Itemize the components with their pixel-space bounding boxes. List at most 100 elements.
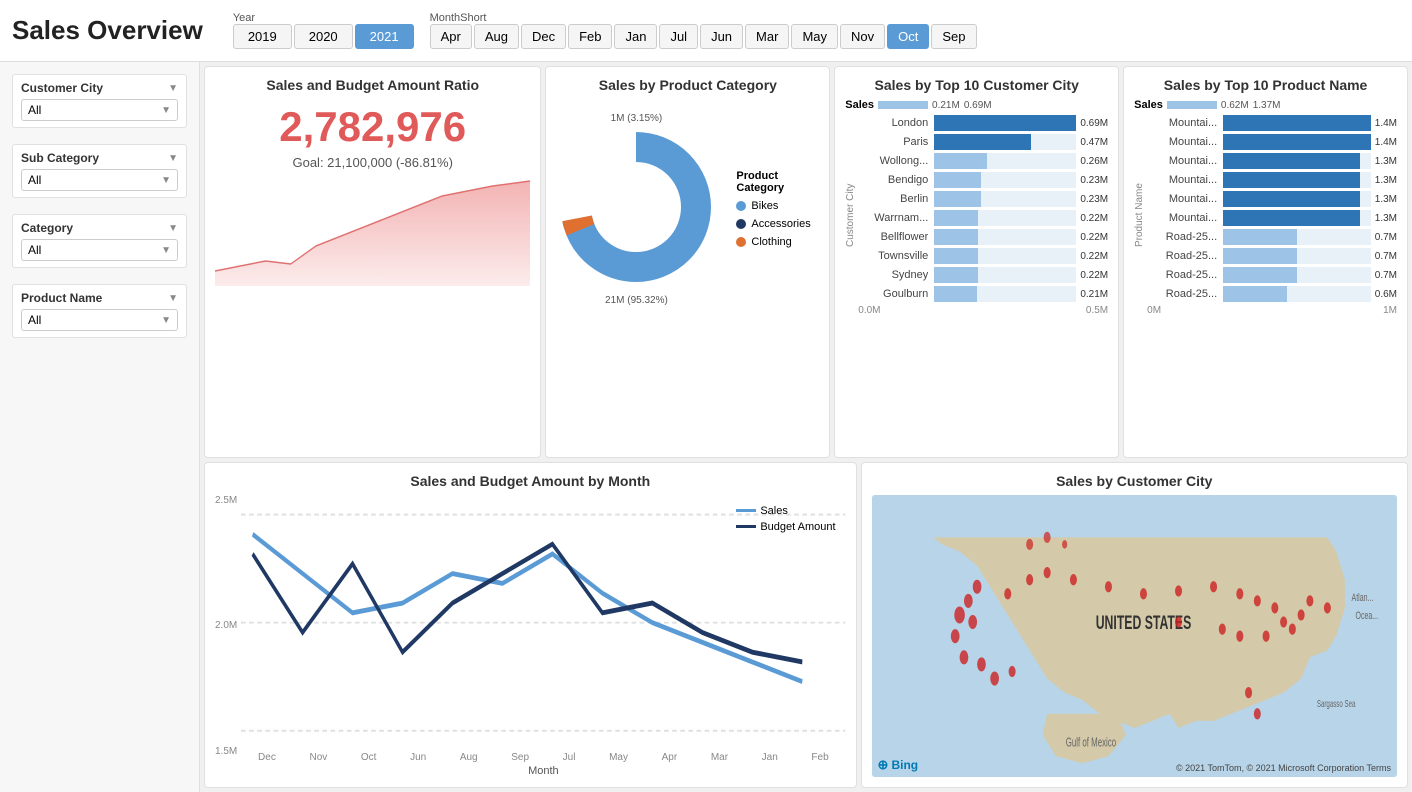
product-fill-7 — [1223, 229, 1297, 245]
y-label-2.5m: 2.5M — [215, 495, 237, 506]
map-placeholder: Gulf of Mexico UNITED STATES Atlan... Oc… — [872, 495, 1397, 777]
bar-track-london — [934, 115, 1076, 131]
bar-fill-goulburn — [934, 286, 977, 302]
bar-value-sydney: 0.22M — [1080, 270, 1108, 281]
product-bar-8: Road-25... 0.7M — [1147, 248, 1397, 264]
month-btn-nov[interactable]: Nov — [840, 24, 885, 49]
chevron-down-icon-3: ▼ — [161, 245, 171, 256]
content-area: Sales and Budget Amount Ratio 2,782,976 … — [200, 62, 1412, 792]
dot-8 — [990, 671, 999, 685]
product-label-7: Road-25... — [1147, 231, 1217, 243]
dot-27 — [1175, 616, 1182, 627]
month-btn-aug[interactable]: Aug — [474, 24, 519, 49]
city-sales-legend: Sales 0.21M 0.69M — [845, 99, 1108, 111]
bar-row-bellflower: Bellflower 0.22M — [858, 229, 1108, 245]
dot-1 — [972, 579, 981, 593]
product-axis-1: 1M — [1383, 305, 1397, 316]
dot-26 — [1218, 623, 1225, 634]
bar-track-bendigo — [934, 172, 1076, 188]
product-name-label: Product Name — [21, 291, 102, 305]
bar-row-berlin: Berlin 0.23M — [858, 191, 1108, 207]
product-label-2: Mountai... — [1147, 136, 1217, 148]
legend-budget-label: Budget Amount — [760, 521, 835, 533]
bar-fill-warrnam — [934, 210, 978, 226]
chevron-down-icon: ▼ — [161, 105, 171, 116]
sub-category-value: All — [28, 173, 41, 187]
sub-category-select[interactable]: All ▼ — [21, 169, 178, 191]
product-label-10: Road-25... — [1147, 288, 1217, 300]
dot-29 — [1323, 602, 1330, 613]
y-label-2.0m: 2.0M — [215, 620, 237, 631]
product-track-3 — [1223, 153, 1371, 169]
city-y-axis-label: Customer City — [845, 115, 856, 316]
bar-fill-sydney — [934, 267, 978, 283]
product-bar-4: Mountai... 1.3M — [1147, 172, 1397, 188]
product-track-1 — [1223, 115, 1371, 131]
bar-fill-bellflower — [934, 229, 978, 245]
donut-hole — [592, 163, 680, 251]
legend-clothing: Clothing — [736, 236, 819, 248]
month-btn-jun[interactable]: Jun — [700, 24, 743, 49]
product-chart-wrapper: Product Name Mountai... 1.4M Mountai... — [1134, 115, 1397, 316]
donut-svg — [556, 127, 716, 287]
category-select[interactable]: All ▼ — [21, 239, 178, 261]
product-sales-legend: Sales 0.62M 1.37M — [1134, 99, 1397, 111]
year-btn-2020[interactable]: 2020 — [294, 24, 353, 49]
customer-city-select[interactable]: All ▼ — [21, 99, 178, 121]
product-sales-label: Sales — [1134, 99, 1163, 111]
city-chart-wrapper: Customer City London 0.69M Paris — [845, 115, 1108, 316]
bar-track-sydney — [934, 267, 1076, 283]
accessories-icon — [736, 219, 746, 229]
month-btn-jul[interactable]: Jul — [659, 24, 698, 49]
month-btn-mar[interactable]: Mar — [745, 24, 789, 49]
product-range-bar — [1167, 101, 1217, 109]
bar-value-wollong: 0.26M — [1080, 156, 1108, 167]
line-chart-area: Dec Nov Oct Jun Aug Sep Jul May Apr Mar … — [241, 495, 845, 777]
bar-track-paris — [934, 134, 1076, 150]
legend-clothing-label: Clothing — [751, 236, 791, 248]
city-bars: London 0.69M Paris 0.47M — [858, 115, 1108, 316]
bar-fill-bendigo — [934, 172, 981, 188]
y-label-1.5m: 1.5M — [215, 746, 237, 757]
year-label: Year — [233, 12, 414, 24]
dot-ca-3 — [1062, 540, 1067, 548]
dot-16 — [1175, 585, 1182, 596]
dot-3 — [954, 606, 965, 623]
product-fill-5 — [1223, 191, 1360, 207]
x-oct: Oct — [361, 752, 377, 763]
month-btn-oct[interactable]: Oct — [887, 24, 929, 49]
year-btn-2019[interactable]: 2019 — [233, 24, 292, 49]
product-name-value: All — [28, 313, 41, 327]
chevron-icon-2: ▼ — [168, 153, 178, 164]
dot-19 — [1253, 595, 1260, 606]
product-bar-10: Road-25... 0.6M — [1147, 286, 1397, 302]
sales-line-icon — [736, 509, 756, 512]
x-dec: Dec — [258, 752, 276, 763]
product-fill-9 — [1223, 267, 1297, 283]
legend-accessories-label: Accessories — [751, 218, 810, 230]
main-layout: Customer City ▼ All ▼ Sub Category ▼ All… — [0, 62, 1412, 792]
year-btn-2021[interactable]: 2021 — [355, 24, 414, 49]
month-btn-may[interactable]: May — [791, 24, 838, 49]
line-chart-svg — [241, 495, 845, 750]
x-jun: Jun — [410, 752, 426, 763]
month-btn-jan[interactable]: Jan — [614, 24, 657, 49]
bikes-icon — [736, 201, 746, 211]
product-track-7 — [1223, 229, 1371, 245]
dot-ca-2 — [1043, 531, 1050, 542]
bar-track-warrnam — [934, 210, 1076, 226]
chevron-icon: ▼ — [168, 83, 178, 94]
dot-22 — [1288, 623, 1295, 634]
product-name-select[interactable]: All ▼ — [21, 309, 178, 331]
month-btn-dec[interactable]: Dec — [521, 24, 566, 49]
month-btn-sep[interactable]: Sep — [931, 24, 976, 49]
month-filter-group: MonthShort Apr Aug Dec Feb Jan Jul Jun M… — [430, 12, 977, 49]
x-jan: Jan — [762, 752, 778, 763]
dot-9 — [1008, 665, 1015, 676]
dot-17 — [1210, 581, 1217, 592]
legend-bikes: Bikes — [736, 200, 819, 212]
budget-line-icon — [736, 525, 756, 528]
product-range-right: 1.37M — [1253, 100, 1281, 111]
month-btn-feb[interactable]: Feb — [568, 24, 612, 49]
month-btn-apr[interactable]: Apr — [430, 24, 472, 49]
